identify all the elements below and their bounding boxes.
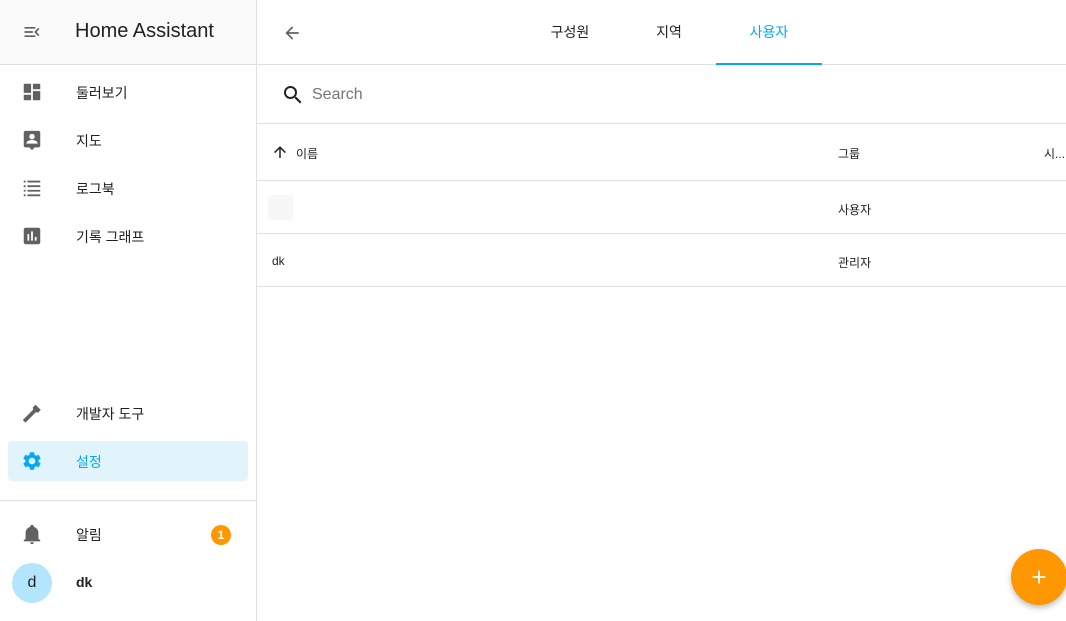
sidebar-item-settings[interactable]: 설정	[8, 441, 248, 481]
map-account-icon	[20, 128, 44, 152]
hammer-icon	[20, 401, 44, 425]
table-row[interactable]: 사용자	[257, 181, 1066, 234]
plus-icon	[1032, 570, 1046, 584]
add-user-button[interactable]	[1011, 549, 1066, 605]
sidebar-item-profile[interactable]: d dk	[8, 561, 248, 603]
user-name-cell	[268, 195, 293, 220]
bell-icon	[20, 522, 44, 546]
sidebar-item-logbook[interactable]: 로그북	[8, 168, 248, 208]
top-app-bar: 구성원 지역 사용자	[257, 0, 1066, 65]
search-input[interactable]	[312, 79, 1012, 111]
logbook-list-icon	[20, 176, 44, 200]
table-row[interactable]: dk 관리자	[257, 234, 1066, 287]
sidebar-item-developer-tools[interactable]: 개발자 도구	[8, 393, 248, 433]
sidebar-item-label: 개발자 도구	[76, 406, 145, 422]
sidebar-item-notifications[interactable]: 알림 1	[8, 514, 248, 554]
search-icon	[284, 86, 302, 104]
avatar: d	[12, 563, 52, 603]
menu-open-icon	[24, 27, 40, 37]
sidebar-item-map[interactable]: 지도	[8, 120, 248, 160]
sidebar-item-label: 로그북	[76, 181, 115, 197]
user-name-cell: dk	[272, 254, 285, 268]
sidebar-item-label: 지도	[76, 133, 102, 149]
app-title: Home Assistant	[75, 20, 214, 42]
back-button[interactable]	[279, 20, 305, 46]
sidebar-item-label: 설정	[76, 454, 102, 470]
sidebar-item-label: 알림	[76, 527, 102, 543]
app-root: Home Assistant 둘러보기 지도 로그북 기록 그래프 개발자 도구…	[0, 0, 1066, 621]
sidebar-item-overview[interactable]: 둘러보기	[8, 72, 248, 112]
sidebar-divider	[0, 500, 256, 501]
user-group-cell: 관리자	[838, 256, 872, 270]
history-chart-icon	[20, 224, 44, 248]
menu-toggle-button[interactable]	[18, 18, 46, 46]
sidebar-header: Home Assistant	[0, 0, 256, 65]
main-content: 구성원 지역 사용자 이름 그룹 시... 사용자 dk 관리자	[257, 0, 1066, 621]
user-group-cell: 사용자	[838, 203, 872, 217]
column-header-name[interactable]: 이름	[296, 145, 318, 162]
table-header: 이름 그룹 시...	[257, 124, 1066, 181]
search-bar	[257, 65, 1066, 124]
column-header-system[interactable]: 시...	[1044, 145, 1065, 162]
tab-persons[interactable]: 구성원	[515, 0, 625, 64]
gear-icon	[20, 449, 44, 473]
column-header-group[interactable]: 그룹	[838, 145, 860, 162]
dashboard-icon	[20, 80, 44, 104]
tab-zones[interactable]: 지역	[614, 0, 724, 64]
user-name: dk	[76, 574, 93, 590]
tab-users[interactable]: 사용자	[716, 0, 822, 65]
sort-ascending-arrow-icon[interactable]	[271, 143, 289, 161]
sidebar: Home Assistant 둘러보기 지도 로그북 기록 그래프 개발자 도구…	[0, 0, 257, 621]
arrow-left-icon	[285, 26, 299, 40]
notification-count-badge: 1	[211, 525, 231, 545]
sidebar-item-label: 기록 그래프	[76, 229, 145, 245]
sidebar-item-history[interactable]: 기록 그래프	[8, 216, 248, 256]
sidebar-item-label: 둘러보기	[76, 85, 128, 101]
